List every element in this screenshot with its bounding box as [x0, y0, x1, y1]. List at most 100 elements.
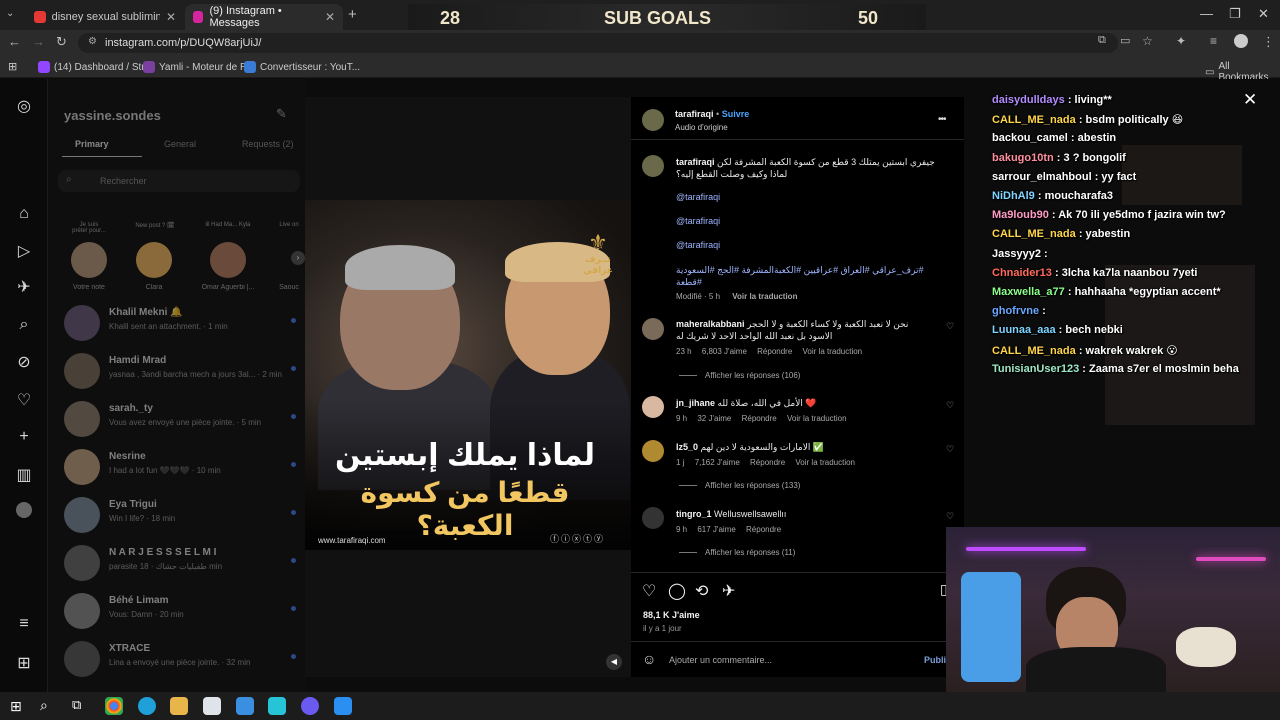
chat-username[interactable]: Luunaa_aaa — [992, 324, 1056, 336]
explore-icon[interactable]: ⊘ — [14, 352, 34, 372]
dashboard-icon[interactable]: ▥ — [14, 465, 34, 485]
more-options-icon[interactable]: ••• — [938, 114, 946, 125]
note-item[interactable]: lil Had Ma... Kyla Omar Aguerbi |... — [196, 222, 260, 291]
thread-row[interactable]: Nesrine I had a lot fun 🖤🖤🖤 · 10 min — [64, 447, 294, 487]
thread-row[interactable]: Eya Trigui Win I life? · 18 min — [64, 495, 294, 535]
bookmark-dashboard[interactable]: (14) Dashboard / Str... — [38, 61, 152, 73]
commenter-avatar[interactable] — [642, 507, 664, 529]
caption-mention[interactable]: @tarafiraqi — [676, 216, 720, 226]
minimize-icon[interactable]: — — [1200, 6, 1213, 21]
reply-button[interactable]: Répondre — [757, 347, 792, 356]
tab-requests[interactable]: Requests (2) — [242, 139, 294, 149]
chat-username[interactable]: ghofrvne — [992, 305, 1039, 317]
like-comment-icon[interactable]: ♡ — [946, 321, 954, 332]
close-tab-icon[interactable]: ✕ — [166, 10, 176, 24]
chat-username[interactable]: CALL_ME_nada — [992, 228, 1076, 240]
instagram-logo-icon[interactable]: ◎ — [14, 96, 34, 116]
see-translation-link[interactable]: Voir la traduction — [787, 414, 847, 423]
commenter-avatar[interactable] — [642, 440, 664, 462]
mail-icon[interactable] — [236, 697, 254, 715]
comment-icon[interactable]: ◯ — [668, 581, 686, 601]
thread-row[interactable]: Hamdi Mrad yasnaa , 3andi barcha mech a j… — [64, 351, 294, 391]
forward-icon[interactable]: → — [32, 34, 45, 49]
tab-primary[interactable]: Primary — [75, 139, 109, 149]
view-replies-button[interactable]: Afficher les réponses (133) — [679, 481, 800, 490]
commenter-avatar[interactable] — [642, 318, 664, 340]
more-menu-icon[interactable]: ≡ — [14, 615, 34, 635]
caption-hashtags[interactable]: #ترف_عراقي #العراق #عراقيين #الكعبةالمشر… — [676, 264, 926, 288]
author-avatar[interactable] — [642, 155, 664, 177]
publish-button[interactable]: Publi — [924, 655, 946, 665]
tab-list-icon[interactable]: ⌄ — [6, 8, 14, 19]
see-translation-link[interactable]: Voir la traduction — [795, 458, 855, 467]
home-icon[interactable]: ⌂ — [14, 205, 34, 225]
chat-username[interactable]: Maxwella_a77 — [992, 286, 1065, 298]
chat-username[interactable]: bakugo10tn — [992, 152, 1054, 164]
new-message-icon[interactable]: ✎ — [276, 106, 287, 122]
comment-username[interactable]: maheralkabbani — [676, 319, 745, 329]
note-item[interactable]: New post ? 🗓 Clara — [133, 222, 175, 291]
menu-dots-icon[interactable]: ⋮ — [1262, 34, 1275, 50]
site-info-icon[interactable]: ⚙ — [88, 36, 97, 47]
chat-username[interactable]: backou_camel — [992, 132, 1068, 144]
close-post-icon[interactable]: ✕ — [1243, 90, 1257, 110]
thread-row[interactable]: N A R J E S S S E L M I parasite طفيليات … — [64, 543, 294, 583]
caption-mention[interactable]: @tarafiraqi — [676, 192, 720, 202]
comment-username[interactable]: jn_jihane — [676, 398, 715, 408]
thread-row[interactable]: Béhé Limam Vous: Damn · 20 min — [64, 591, 294, 631]
chat-username[interactable]: TunisianUser123 — [992, 363, 1079, 375]
search-input[interactable]: ⌕ Rechercher — [58, 170, 300, 192]
thread-row[interactable]: sarah._ty Vous avez envoyé une pièce join… — [64, 399, 294, 439]
comment-likes[interactable]: 617 J'aime — [697, 525, 735, 534]
follow-button[interactable]: Suivre — [722, 109, 750, 119]
translate-icon[interactable]: ⧉ — [1098, 34, 1106, 47]
search-icon[interactable]: ⌕ — [14, 316, 34, 336]
caption-mention[interactable]: @tarafiraqi — [676, 240, 720, 250]
app-icon[interactable] — [268, 697, 286, 715]
chat-username[interactable]: daisydulldays — [992, 94, 1065, 106]
like-post-icon[interactable]: ♡ — [642, 581, 656, 601]
search-icon[interactable]: ⌕ — [40, 697, 48, 714]
comment-username[interactable]: tingro_1 — [676, 509, 712, 519]
speaker-icon[interactable]: ◀ — [606, 654, 622, 670]
author-avatar[interactable] — [642, 109, 664, 131]
like-comment-icon[interactable]: ♡ — [946, 444, 954, 455]
create-icon[interactable]: + — [14, 428, 34, 448]
comment-username[interactable]: lz5_0 — [676, 442, 698, 452]
comment-likes[interactable]: 32 J'aime — [697, 414, 731, 423]
chat-username[interactable]: Ma9loub90 — [992, 209, 1049, 221]
comment-likes[interactable]: 7,162 J'aime — [695, 458, 740, 467]
bookmark-star-icon[interactable]: ☆ — [1142, 34, 1153, 48]
audio-label[interactable]: Audio d'origine — [675, 123, 728, 132]
apps-grid-icon[interactable]: ⊞ — [8, 60, 17, 73]
share-icon[interactable]: ✈ — [722, 581, 735, 601]
notes-next-icon[interactable]: › — [291, 251, 305, 265]
emoji-icon[interactable]: ☺ — [642, 651, 656, 667]
author-username[interactable]: tarafiraqi — [675, 109, 714, 119]
chat-username[interactable]: sarrour_elmahboul — [992, 171, 1092, 183]
add-comment-input[interactable]: Ajouter un commentaire... — [669, 655, 772, 665]
like-comment-icon[interactable]: ♡ — [946, 511, 954, 522]
view-replies-button[interactable]: Afficher les réponses (11) — [679, 548, 795, 557]
chat-username[interactable]: CALL_ME_nada — [992, 345, 1076, 357]
edge-icon[interactable] — [138, 697, 156, 715]
store-icon[interactable] — [203, 697, 221, 715]
chat-username[interactable]: CALL_ME_nada — [992, 114, 1076, 126]
reply-button[interactable]: Répondre — [742, 414, 777, 423]
repost-icon[interactable]: ⟲ — [695, 581, 708, 601]
obs-icon[interactable] — [301, 697, 319, 715]
tab-youtube[interactable]: disney sexual subliminal messa ✕ — [26, 4, 184, 30]
back-icon[interactable]: ← — [8, 34, 21, 49]
reading-list-icon[interactable]: ≡ — [1210, 34, 1217, 48]
messages-icon[interactable]: ✈ — [14, 277, 34, 297]
new-tab-button[interactable]: + — [348, 6, 357, 23]
profile-icon[interactable] — [16, 502, 32, 518]
restore-icon[interactable]: ❐ — [1229, 6, 1241, 22]
task-view-icon[interactable]: ⧉ — [72, 697, 81, 713]
see-translation-link[interactable]: Voir la traduction — [732, 292, 797, 301]
reels-icon[interactable]: ▷ — [14, 241, 34, 261]
reply-button[interactable]: Répondre — [750, 458, 785, 467]
reload-icon[interactable]: ↻ — [56, 34, 67, 50]
profile-avatar[interactable] — [1234, 34, 1248, 48]
chat-username[interactable]: Chnaider13 — [992, 267, 1052, 279]
